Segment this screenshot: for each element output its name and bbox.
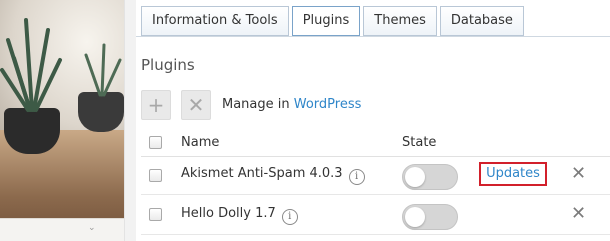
tab-underline [136,36,610,37]
scroll-hint-icon: ⌄ [88,223,96,233]
plugin-row-akismet: Akismet Anti-Spam 4.0.3 i Updates ✕ [141,157,610,195]
plugin-state-toggle[interactable] [402,204,458,230]
photo-footer-strip: ⌄ [0,218,124,241]
manage-in-wordpress: Manage in WordPress [222,97,361,112]
plugin-name: Akismet Anti-Spam 4.0.3 i [181,166,365,185]
tab-bar: Information & Tools Plugins Themes Datab… [141,6,527,36]
row-checkbox[interactable] [149,169,162,182]
plugin-name-text: Akismet Anti-Spam 4.0.3 [181,166,343,181]
updates-link[interactable]: Updates [479,162,547,186]
tab-themes[interactable]: Themes [363,6,437,36]
add-plugin-button[interactable]: + [141,90,171,120]
toggle-knob [405,167,425,187]
row-checkbox[interactable] [149,208,162,221]
x-icon: ✕ [187,93,205,117]
plugin-name: Hello Dolly 1.7 i [181,206,298,225]
plugin-row-hello-dolly: Hello Dolly 1.7 i ✕ [141,197,610,235]
info-icon[interactable]: i [348,169,365,185]
select-all-checkbox[interactable] [149,136,162,149]
plugin-state-toggle[interactable] [402,164,458,190]
column-header-name[interactable]: Name [181,135,219,150]
manage-label: Manage in [222,97,294,112]
section-title: Plugins [141,56,195,74]
plugins-table-header: Name State [141,131,610,157]
tab-database[interactable]: Database [439,6,524,36]
plant-photo: ⌄ [0,0,124,241]
panel-divider [124,0,136,241]
remove-plugin-button[interactable]: ✕ [181,90,211,120]
toggle-knob [405,207,425,227]
plant-leaves [0,18,122,112]
tab-information-tools[interactable]: Information & Tools [141,6,289,36]
plus-icon: + [147,93,165,117]
plugin-name-text: Hello Dolly 1.7 [181,206,276,221]
wordpress-link[interactable]: WordPress [294,97,362,112]
column-header-state[interactable]: State [402,135,436,150]
info-icon[interactable]: i [281,209,298,225]
delete-icon[interactable]: ✕ [571,163,586,184]
tab-plugins[interactable]: Plugins [291,6,361,36]
delete-icon[interactable]: ✕ [571,203,586,224]
